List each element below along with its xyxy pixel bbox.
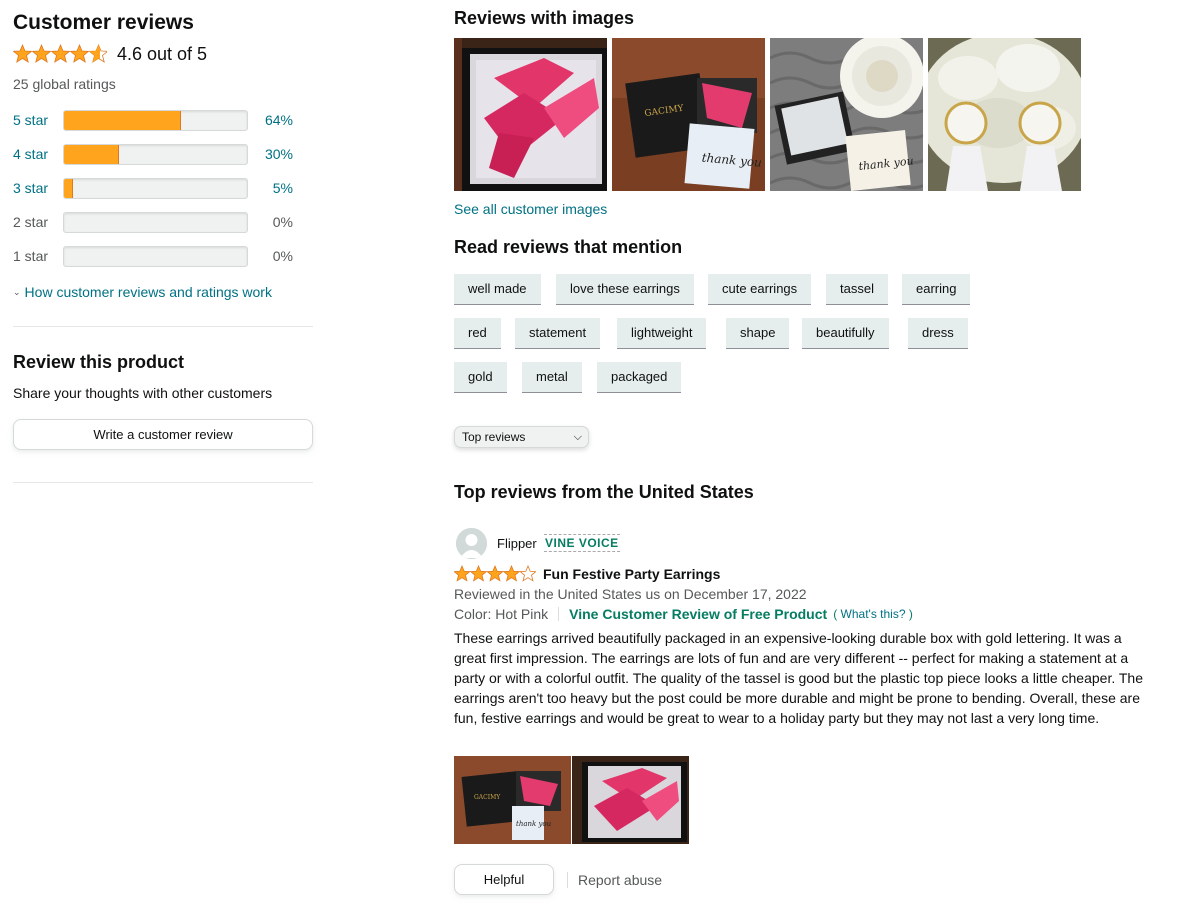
histogram-row[interactable]: 4 star 30% <box>13 144 303 166</box>
review-body: These earrings arrived beautifully packa… <box>454 630 1143 726</box>
review-meta: Color: Hot Pink Vine Customer Review of … <box>454 606 913 622</box>
gift-box-image: GACIMY thank you <box>454 756 571 844</box>
histogram-star-label: 1 star <box>13 248 49 264</box>
mention-chip[interactable]: metal <box>522 362 582 393</box>
histogram-percent: 5% <box>272 180 293 196</box>
divider <box>558 607 560 621</box>
review-date: Reviewed in the United States us on Dece… <box>454 586 807 602</box>
divider <box>13 482 313 483</box>
histogram-percent: 0% <box>272 214 293 230</box>
mention-chip[interactable]: red <box>454 318 501 349</box>
star-empty-icon <box>519 565 537 582</box>
histogram-bar <box>63 144 248 165</box>
star-filled-icon <box>453 565 471 582</box>
histogram-row: 2 star 0% <box>13 212 303 234</box>
gift-box-image: GACIMY thank you <box>612 38 765 191</box>
whats-this-link[interactable]: What's this? <box>841 607 906 621</box>
vine-voice-badge[interactable]: VINE VOICE <box>544 534 620 552</box>
mention-chip[interactable]: tassel <box>826 274 888 305</box>
histogram-percent: 64% <box>264 112 293 128</box>
mention-chip[interactable]: cute earrings <box>708 274 812 305</box>
mention-chip[interactable]: lightweight <box>617 318 707 349</box>
review-star-rating-icon <box>453 565 537 582</box>
avatar[interactable] <box>456 528 487 559</box>
thank-you-card-text: thank you <box>516 820 552 828</box>
share-thoughts-text: Share your thoughts with other customers <box>13 385 273 401</box>
star-filled-icon <box>470 565 487 582</box>
histogram-row[interactable]: 5 star 64% <box>13 110 303 132</box>
whats-this-open-paren: ( <box>833 607 841 621</box>
histogram-bar <box>63 246 248 267</box>
variant-color[interactable]: Color: Hot Pink <box>454 606 548 622</box>
star-filled-icon <box>486 565 504 582</box>
customer-reviews-heading: Customer reviews <box>13 11 194 34</box>
review-images-carousel: GACIMY thank you thank you <box>454 38 1081 191</box>
mention-chip[interactable]: packaged <box>597 362 682 393</box>
chevron-down-icon: ⌄ <box>13 286 21 297</box>
histogram-bar <box>63 212 248 233</box>
top-reviews-heading: Top reviews from the United States <box>454 482 754 502</box>
mention-chip[interactable]: shape <box>726 318 790 349</box>
helpful-button[interactable]: Helpful <box>454 864 554 895</box>
review-title[interactable]: Fun Festive Party Earrings <box>543 566 720 582</box>
mention-chip[interactable]: earring <box>902 274 971 305</box>
earrings-box-image <box>454 38 607 191</box>
review-image-thumbnail[interactable]: GACIMY thank you <box>612 38 765 191</box>
mention-chip[interactable]: love these earrings <box>556 274 694 305</box>
global-ratings-count: 25 global ratings <box>13 76 116 92</box>
divider <box>13 326 313 327</box>
mention-chip[interactable]: beautifully <box>802 318 889 349</box>
review-attached-image[interactable]: GACIMY thank you <box>454 756 571 844</box>
histogram-bar-fill <box>64 111 182 130</box>
review-attached-images: GACIMY thank you <box>454 756 689 844</box>
reviews-with-images-heading: Reviews with images <box>454 8 635 28</box>
rating-stars-icon <box>13 44 107 63</box>
histogram-bar-fill <box>64 179 74 198</box>
mention-chip[interactable]: dress <box>908 318 968 349</box>
whats-this-close-paren: ) <box>905 607 913 621</box>
report-abuse-link[interactable]: Report abuse <box>578 872 662 888</box>
histogram-star-label: 5 star <box>13 112 49 128</box>
mention-chip[interactable]: gold <box>454 362 507 393</box>
histogram-bar-fill <box>64 145 119 164</box>
sort-selected-label: Top reviews <box>462 430 526 444</box>
histogram-percent: 30% <box>264 146 293 162</box>
how-reviews-work-label: How customer reviews and ratings work <box>24 284 272 300</box>
histogram-bar <box>63 178 248 199</box>
review-image-thumbnail[interactable]: thank you <box>770 38 923 191</box>
histogram-bar <box>63 110 248 131</box>
user-avatar-icon <box>456 528 487 559</box>
histogram-star-label: 2 star <box>13 214 49 230</box>
review-image-thumbnail[interactable] <box>928 38 1081 191</box>
histogram-star-label: 3 star <box>13 180 49 196</box>
whats-this-wrapper: ( What's this? ) <box>833 607 913 621</box>
read-reviews-that-mention-heading: Read reviews that mention <box>454 237 683 257</box>
histogram-star-label: 4 star <box>13 146 49 162</box>
reviewer-name[interactable]: Flipper <box>497 536 537 551</box>
rating-out-of-text: 4.6 out of 5 <box>117 44 208 64</box>
histogram-row: 1 star 0% <box>13 246 303 268</box>
mention-chip[interactable]: statement <box>515 318 601 349</box>
flower-box-image: thank you <box>770 38 923 191</box>
review-this-product-heading: Review this product <box>13 352 185 372</box>
star-filled-icon <box>503 565 520 582</box>
see-all-customer-images-link[interactable]: See all customer images <box>454 201 607 217</box>
overall-rating[interactable]: 4.6 out of 5 <box>13 42 207 66</box>
histogram-row[interactable]: 3 star 5% <box>13 178 303 200</box>
earrings-box-image <box>572 756 689 844</box>
sort-reviews-dropdown[interactable]: Top reviews ⌵ <box>454 426 589 448</box>
write-review-button[interactable]: Write a customer review <box>13 419 313 450</box>
review-stars[interactable] <box>453 564 537 587</box>
white-earrings-image <box>928 38 1081 191</box>
divider <box>567 872 568 888</box>
mention-chip[interactable]: well made <box>454 274 541 305</box>
how-reviews-work-link[interactable]: ⌄ How customer reviews and ratings work <box>13 284 272 300</box>
chevron-down-icon: ⌵ <box>573 431 582 443</box>
review-attached-image[interactable] <box>572 756 689 844</box>
vine-review-label: Vine Customer Review of Free Product <box>569 606 828 622</box>
gacimy-logo: GACIMY <box>474 794 501 801</box>
review-image-thumbnail[interactable] <box>454 38 607 191</box>
histogram-percent: 0% <box>272 248 293 264</box>
